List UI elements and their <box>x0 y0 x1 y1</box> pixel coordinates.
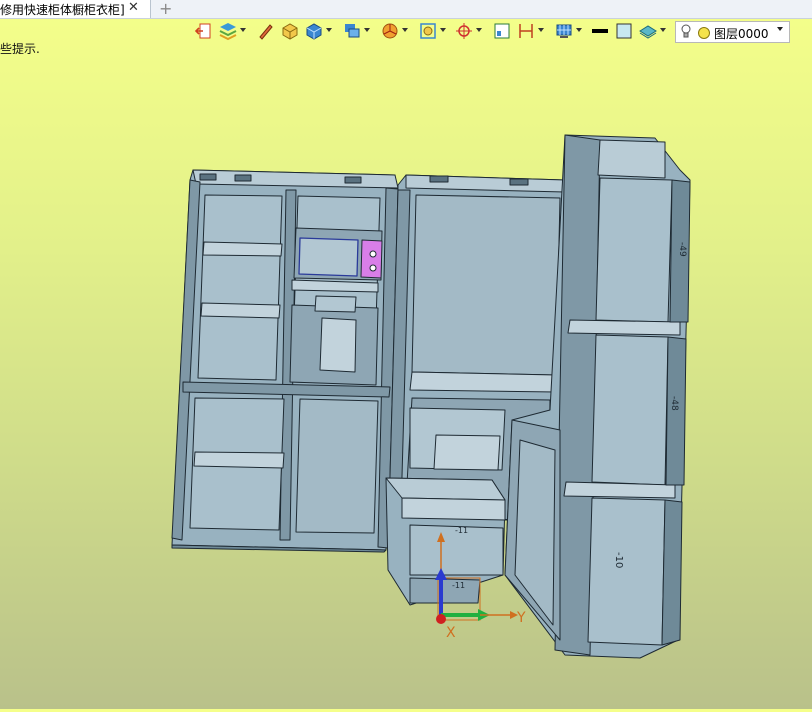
left-cabinet[interactable] <box>171 169 399 553</box>
x-axis-label: X <box>446 625 456 641</box>
lightbulb-icon[interactable] <box>681 24 691 39</box>
layer-dropdown[interactable]: 图层0000 <box>675 21 790 43</box>
3d-viewport[interactable]: -11 -11 -49 -48 -10 X Y <box>0 45 812 709</box>
model-render[interactable]: -11 -11 -49 -48 -10 X Y <box>0 45 812 709</box>
layer-color-icon[interactable] <box>698 27 710 39</box>
grid-display-icon[interactable] <box>554 21 582 43</box>
label-front-1: -11 <box>455 526 468 535</box>
dimension-icon[interactable] <box>516 21 544 43</box>
tab-bar: 修用快速柜体橱柜衣柜] ✕ + <box>0 0 812 19</box>
tab-title: 修用快速柜体橱柜衣柜] <box>0 3 125 17</box>
cube-shade-icon[interactable] <box>304 21 332 43</box>
multi-view-icon[interactable] <box>342 21 370 43</box>
front-drawer-unit[interactable]: -11 -11 <box>385 477 506 606</box>
pie-render-icon[interactable] <box>380 21 408 43</box>
layer-stack-icon[interactable] <box>218 21 246 43</box>
label-mid-right: -48 <box>669 396 679 411</box>
document-tab[interactable]: 修用快速柜体橱柜衣柜] ✕ <box>0 0 151 18</box>
chevron-down-icon[interactable] <box>777 27 783 31</box>
y-axis-label: Y <box>516 610 526 626</box>
add-tab-icon[interactable]: + <box>159 0 172 18</box>
layer-name: 图层0000 <box>714 27 769 41</box>
label-front-2: -11 <box>452 581 465 590</box>
material-icon[interactable] <box>638 21 666 43</box>
label-top-right: -49 <box>677 242 687 257</box>
close-icon[interactable]: ✕ <box>128 0 139 15</box>
crosshair-icon[interactable] <box>454 21 482 43</box>
label-bottom-right: -10 <box>613 552 624 568</box>
zoom-fit-icon[interactable] <box>418 21 446 43</box>
